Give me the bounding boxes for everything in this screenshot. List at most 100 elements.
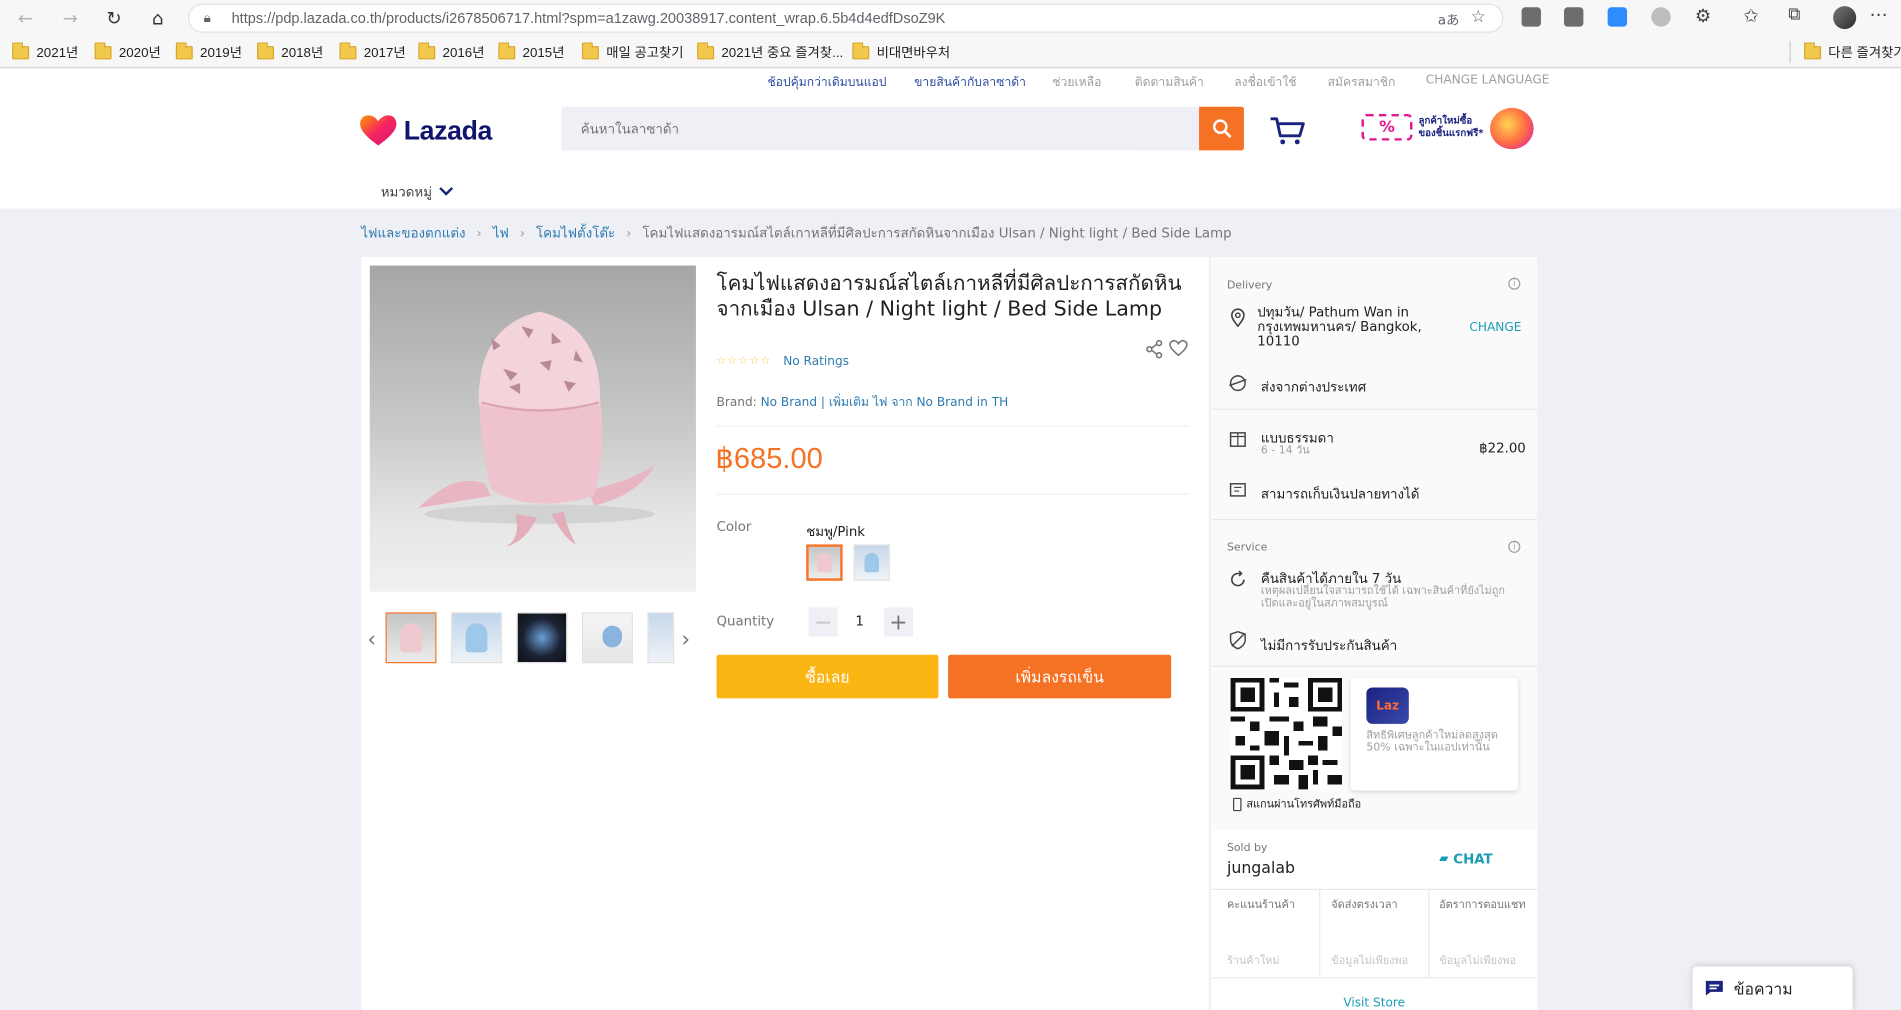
favorites-icon[interactable]: ✩ (1743, 5, 1758, 27)
brand-link[interactable]: No Brand (761, 396, 817, 409)
phone-icon (1233, 797, 1242, 811)
thumbnail-4[interactable] (581, 612, 633, 664)
thumbnail-5[interactable] (647, 612, 675, 664)
seller-name[interactable]: jungalab (1227, 860, 1295, 878)
extensions-puzzle-icon[interactable]: ⚙ (1695, 5, 1711, 27)
location-pin-icon (1231, 308, 1245, 328)
login-link[interactable]: ลงชื่อเข้าใช้ (1234, 74, 1296, 92)
new-user-promo-banner[interactable]: % ลูกค้าใหม่ซื้อ ของชิ้นแรกฟรี* (1361, 105, 1538, 151)
quantity-plus-button[interactable]: + (883, 607, 913, 637)
thumb-next-icon[interactable]: › (681, 627, 690, 652)
chevron-down-icon (439, 187, 454, 196)
bookmark-folder[interactable]: 2019년 (175, 41, 242, 61)
bookmark-folder[interactable]: 2021년 중요 즐겨찾... (697, 41, 843, 61)
bookmark-folder[interactable]: 2021년 (12, 41, 78, 61)
scan-with-phone: สแกนผ่านโทรศัพท์มือถือ (1233, 795, 1361, 812)
favorite-icon[interactable]: ☆ (1471, 7, 1486, 26)
search-icon (1212, 119, 1231, 138)
mascot-icon (1490, 107, 1534, 150)
divider (1212, 665, 1538, 667)
cod-text: สามารถเก็บเงินปลายทางได้ (1260, 486, 1420, 502)
back-icon[interactable]: ← (13, 6, 37, 30)
bookmark-folder[interactable]: 2020년 (94, 41, 161, 61)
product-main-image[interactable] (369, 265, 696, 592)
thumb-prev-icon[interactable]: ‹ (367, 627, 376, 652)
collections-icon[interactable]: ⧉ (1788, 5, 1800, 24)
track-order-link[interactable]: ติดตามสินค้า (1135, 74, 1204, 92)
star-icon: ☆ (727, 355, 738, 368)
zoom-extension-icon[interactable] (1607, 7, 1628, 27)
app-qr-code (1230, 677, 1343, 790)
add-to-cart-button[interactable]: เพิ่มลงรถเข็น (948, 654, 1172, 699)
signup-link[interactable]: สมัครสมาชิก (1328, 74, 1396, 92)
breadcrumb-link[interactable]: โคมไฟตั้งโต๊ะ (536, 222, 615, 244)
message-button[interactable]: ข้อความ (1692, 966, 1853, 1010)
quantity-value[interactable]: 1 (849, 614, 871, 630)
thumbnail-3[interactable] (516, 612, 568, 664)
divider (1212, 408, 1538, 410)
refresh-icon[interactable]: ↻ (102, 6, 126, 30)
color-label: Color (716, 518, 752, 535)
chat-button[interactable]: ▰ CHAT (1439, 851, 1493, 867)
folder-icon (581, 41, 599, 59)
thumbnail-2[interactable] (451, 612, 502, 664)
thumbnail-1[interactable] (385, 612, 437, 664)
search-button[interactable] (1199, 106, 1244, 151)
info-icon[interactable]: i (1508, 277, 1521, 290)
breadcrumb-link[interactable]: ไฟและของตกแต่ง (361, 222, 465, 244)
overseas-text: ส่งจากต่างประเทศ (1260, 379, 1367, 396)
bookmark-folder[interactable]: 매일 공고찾기 (581, 41, 684, 61)
change-language-link[interactable]: CHANGE LANGUAGE (1426, 74, 1550, 87)
return-policy-note: เหตุผลเปลี่ยนใจสามารถใช้ได้ เฉพาะสินค้าท… (1260, 585, 1505, 610)
brand-label: Brand: (716, 396, 757, 410)
address-bar[interactable]: 🔒︎ https://pdp.lazada.co.th/products/i26… (187, 3, 1504, 33)
return-icon (1231, 570, 1245, 587)
brand-more-link[interactable]: | เพิ่มเติม ไฟ จาก No Brand in TH (821, 396, 1008, 409)
folder-icon (12, 41, 30, 59)
other-bookmarks[interactable]: 다른 즐겨찾기 (1804, 41, 1901, 61)
sell-link[interactable]: ขายสินค้ากับลาซาด้า (914, 74, 1026, 92)
folder-icon (852, 41, 870, 59)
bookmark-folder[interactable]: 2017년 (339, 41, 406, 61)
category-label: หมวดหมู่ (380, 184, 433, 201)
buy-now-button[interactable]: ซื้อเลย (716, 654, 939, 699)
color-swatch-blue[interactable] (853, 544, 890, 581)
breadcrumb: ไฟและของตกแต่ง › ไฟ › โคมไฟตั้งโต๊ะ › โค… (361, 222, 1231, 244)
quantity-label: Quantity (716, 613, 775, 630)
breadcrumb-link[interactable]: ไฟ (493, 222, 509, 244)
bookmark-folder[interactable]: 비대면바우처 (852, 41, 950, 61)
search-box[interactable] (561, 106, 1200, 151)
lazada-logo[interactable]: Lazada (360, 115, 492, 147)
cart-icon[interactable] (1269, 115, 1305, 147)
change-address-link[interactable]: CHANGE (1469, 321, 1521, 334)
quantity-minus-button[interactable]: − (808, 607, 838, 637)
extension-icon[interactable] (1521, 7, 1541, 27)
coupon-icon: % (1361, 113, 1413, 141)
extension-icon[interactable] (1563, 7, 1584, 27)
profile-avatar[interactable] (1833, 6, 1857, 30)
wishlist-heart-icon[interactable] (1169, 339, 1188, 357)
bookmark-folder[interactable]: 2016년 (418, 41, 484, 61)
bookmark-folder[interactable]: 2015년 (498, 41, 564, 61)
forward-icon[interactable]: → (58, 6, 82, 30)
lock-icon: 🔒︎ (203, 9, 211, 26)
category-menu[interactable]: หมวดหมู่ (381, 181, 454, 203)
promo-line2: ของชิ้นแรกฟรี* (1418, 127, 1484, 139)
divider (716, 425, 1190, 427)
divider (1789, 41, 1791, 64)
bookmark-folder[interactable]: 2018년 (257, 41, 323, 61)
read-aloud-icon[interactable]: aあ (1438, 10, 1460, 29)
more-menu-icon[interactable]: ⋯ (1870, 4, 1888, 26)
ship-on-time-header: จัดส่งตรงเวลา (1331, 899, 1398, 912)
ratings-link[interactable]: No Ratings (783, 355, 849, 368)
extension-icon[interactable] (1651, 7, 1671, 27)
color-swatch-pink[interactable] (806, 544, 843, 581)
app-download-link[interactable]: ช้อปคุ้มกว่าเดิมบนแอป (767, 74, 886, 92)
help-link[interactable]: ช่วยเหลือ (1052, 74, 1101, 92)
visit-store-link[interactable]: Visit Store (1343, 997, 1405, 1010)
info-icon[interactable]: i (1508, 540, 1521, 553)
laz-app-icon: Laz (1366, 687, 1409, 724)
search-input[interactable] (561, 106, 1200, 151)
home-icon[interactable]: ⌂ (145, 6, 169, 30)
share-icon[interactable] (1146, 339, 1163, 359)
